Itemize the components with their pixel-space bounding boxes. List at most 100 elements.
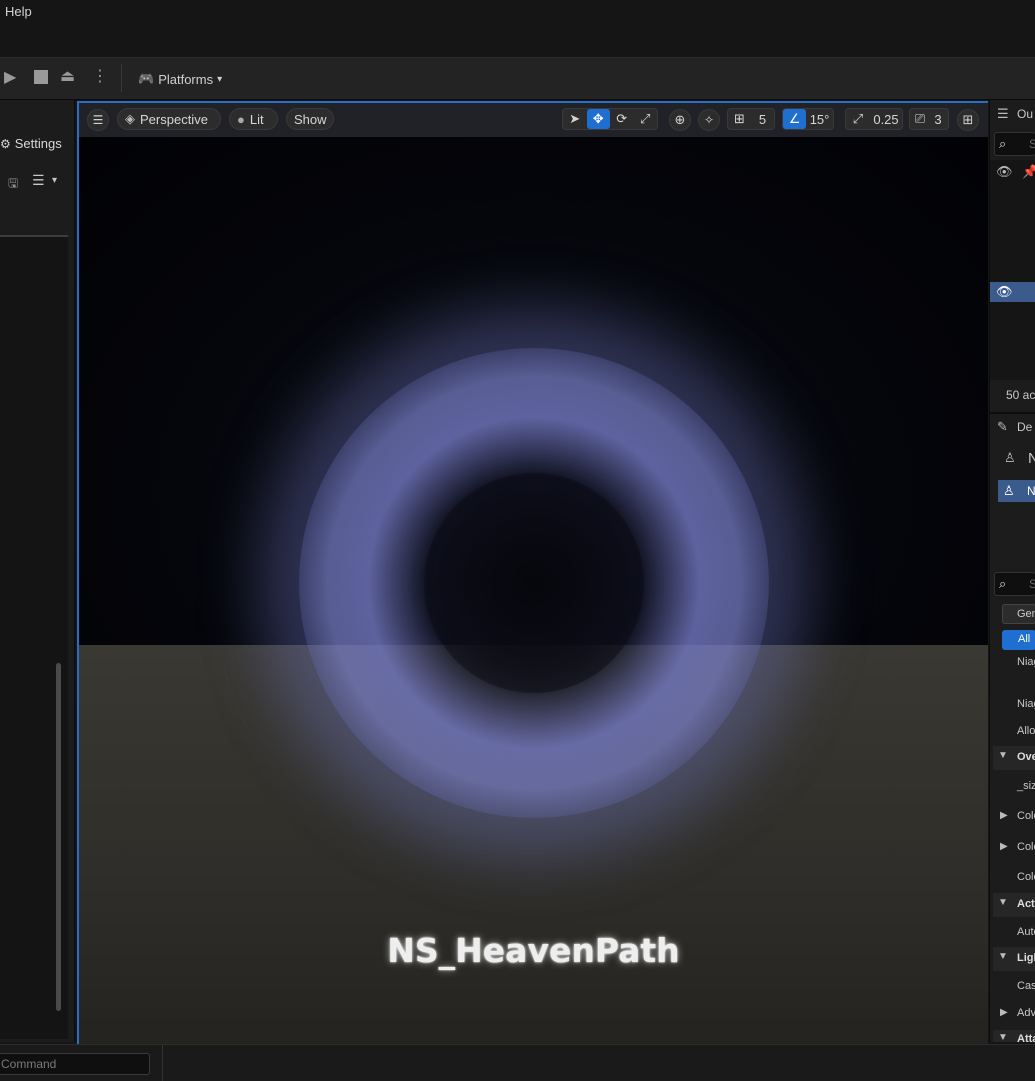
outliner-list: 👁 📌 👁: [990, 160, 1035, 380]
hamburger-menu-icon[interactable]: ☰: [87, 109, 109, 131]
translate-icon[interactable]: ✥: [586, 109, 610, 129]
chevron-right-icon[interactable]: ▶: [1000, 841, 1008, 852]
grid-snap-value: 5: [758, 111, 767, 127]
gear-icon: ⚙: [0, 136, 11, 151]
section-label: Acti: [1017, 898, 1035, 910]
component-name: N: [1027, 484, 1035, 498]
scale-icon[interactable]: ⤢: [634, 111, 658, 127]
search-icon: ⌕: [999, 576, 1007, 591]
section-label: Ligh: [1017, 952, 1035, 964]
main-toolbar: ▶ ⏏ ⋮ 🎮 Platforms ▾: [0, 57, 1035, 100]
outliner-icon: ☰: [997, 106, 1009, 121]
scale-snap-icon: ⤢: [852, 111, 864, 126]
left-panel: ⚙ Settings 🖫 ☰ ▾: [0, 100, 75, 1042]
selected-actor-header: N: [1028, 450, 1035, 467]
section-header[interactable]: ▼ Atta: [993, 1030, 1035, 1042]
ring-center: [424, 473, 644, 693]
section-header[interactable]: ▼ Ligh: [993, 947, 1035, 971]
select-arrow-icon[interactable]: ➤: [563, 111, 587, 127]
world-space-icon[interactable]: ⊕: [669, 109, 691, 131]
details-row: Adv: [1017, 1007, 1035, 1019]
camera-speed-value: 3: [934, 111, 942, 127]
chevron-down-icon: ▼: [998, 1032, 1008, 1042]
outliner-tab[interactable]: Ou: [1017, 107, 1033, 121]
menu-help[interactable]: Help: [5, 4, 32, 19]
right-panel: ☰ Ou ⌕ S 👁 📌 👁 50 ac ✎ De ♙ N ♙ N ⌕ S Ge…: [989, 100, 1035, 1042]
details-tab[interactable]: De: [1017, 420, 1032, 434]
details-row: Colo: [1017, 871, 1035, 883]
lit-button[interactable]: ● Lit: [229, 108, 278, 130]
settings-button[interactable]: ⚙ Settings: [0, 136, 62, 151]
toolbar-divider: [121, 64, 122, 92]
actor-icon: ♙: [1004, 450, 1016, 465]
status-bar: Command: [0, 1044, 1035, 1081]
details-search-input[interactable]: ⌕ S: [994, 572, 1035, 596]
save-icon[interactable]: 🖫: [8, 174, 18, 195]
kebab-icon[interactable]: ⋮: [92, 66, 108, 86]
play-icon[interactable]: ▶: [4, 67, 16, 87]
angle-icon: ∠: [783, 109, 807, 129]
section-label: Ove: [1017, 751, 1035, 763]
rotation-snap-control[interactable]: ∠ 15°: [782, 108, 834, 130]
actor-count: 50 ac: [1006, 388, 1035, 402]
actor-icon: ♙: [1003, 483, 1015, 498]
chevron-down-icon: ▼: [998, 897, 1008, 908]
outliner-search-input[interactable]: ⌕ S: [994, 132, 1035, 156]
settings-label: Settings: [14, 136, 62, 151]
stop-icon[interactable]: [34, 70, 48, 84]
camera-icon: ⎚: [914, 111, 926, 126]
platforms-button[interactable]: 🎮 Platforms ▾: [138, 68, 222, 90]
details-search-placeholder: S: [1029, 577, 1035, 591]
perspective-label: Perspective: [140, 111, 208, 127]
grid-icon: ⊞: [734, 111, 745, 126]
outliner-row-selected[interactable]: 👁: [990, 282, 1035, 302]
show-label: Show: [294, 111, 327, 127]
chevron-right-icon[interactable]: ▶: [1000, 810, 1008, 821]
surface-snap-icon[interactable]: ✧: [698, 109, 720, 131]
details-row: Cas: [1017, 980, 1035, 992]
pin-icon[interactable]: 📌: [1022, 164, 1035, 180]
details-row: Colo: [1017, 841, 1035, 853]
chevron-down-icon: ▾: [217, 73, 223, 85]
viewport-toolbar: ☰ ◈ Perspective ● Lit Show ➤ ✥ ⟳ ⤢ ⊕ ✧ ⊞…: [79, 103, 988, 137]
scale-snap-value: 0.25: [873, 111, 899, 127]
effect-name-label: NS_HeavenPath: [387, 931, 680, 970]
panel-divider: [990, 412, 1035, 414]
eye-icon[interactable]: 👁: [996, 164, 1013, 180]
section-header[interactable]: ▼ Acti: [993, 893, 1035, 917]
section-header[interactable]: ▼ Ove: [993, 746, 1035, 770]
sphere-icon: ●: [237, 111, 245, 127]
details-row: _siz: [1017, 780, 1035, 792]
filter-general-button[interactable]: Gen: [1002, 604, 1035, 624]
cube-icon: ◈: [125, 111, 135, 126]
details-row: Niag: [1017, 698, 1035, 710]
rotate-icon[interactable]: ⟳: [610, 111, 634, 127]
level-viewport[interactable]: NS_HeavenPath ☰ ◈ Perspective ● Lit Show…: [77, 101, 988, 1044]
perspective-button[interactable]: ◈ Perspective: [117, 108, 221, 130]
outliner-search-placeholder: S: [1029, 137, 1035, 151]
rotation-snap-value: 15°: [809, 111, 830, 127]
details-row: Niag: [1017, 656, 1035, 668]
menu-bar: Help: [0, 0, 1035, 56]
lit-label: Lit: [249, 111, 264, 127]
scale-snap-control[interactable]: ⤢ 0.25: [845, 108, 903, 130]
eye-icon[interactable]: 👁: [996, 284, 1013, 300]
filter-icon[interactable]: ☰: [32, 172, 45, 189]
status-divider: [162, 1045, 163, 1081]
command-input[interactable]: Command: [0, 1053, 150, 1075]
section-label: Atta: [1017, 1033, 1035, 1042]
eject-icon[interactable]: ⏏: [60, 66, 75, 86]
grid-snap-control[interactable]: ⊞ 5: [727, 108, 775, 130]
show-button[interactable]: Show: [286, 108, 334, 130]
details-row: Colo: [1017, 810, 1035, 822]
camera-speed-control[interactable]: ⎚ 3: [909, 108, 949, 130]
chevron-right-icon[interactable]: ▶: [1000, 1007, 1008, 1018]
chevron-down-icon[interactable]: ▾: [52, 175, 57, 186]
scrollbar[interactable]: [56, 663, 61, 1011]
layout-icon[interactable]: ⊞: [957, 109, 979, 131]
platforms-label: Platforms: [158, 71, 214, 87]
details-row: Auto: [1017, 926, 1035, 938]
filter-all-button[interactable]: All: [1002, 630, 1035, 650]
component-row-selected[interactable]: ♙ N: [998, 480, 1035, 502]
chevron-down-icon: ▼: [998, 750, 1008, 761]
